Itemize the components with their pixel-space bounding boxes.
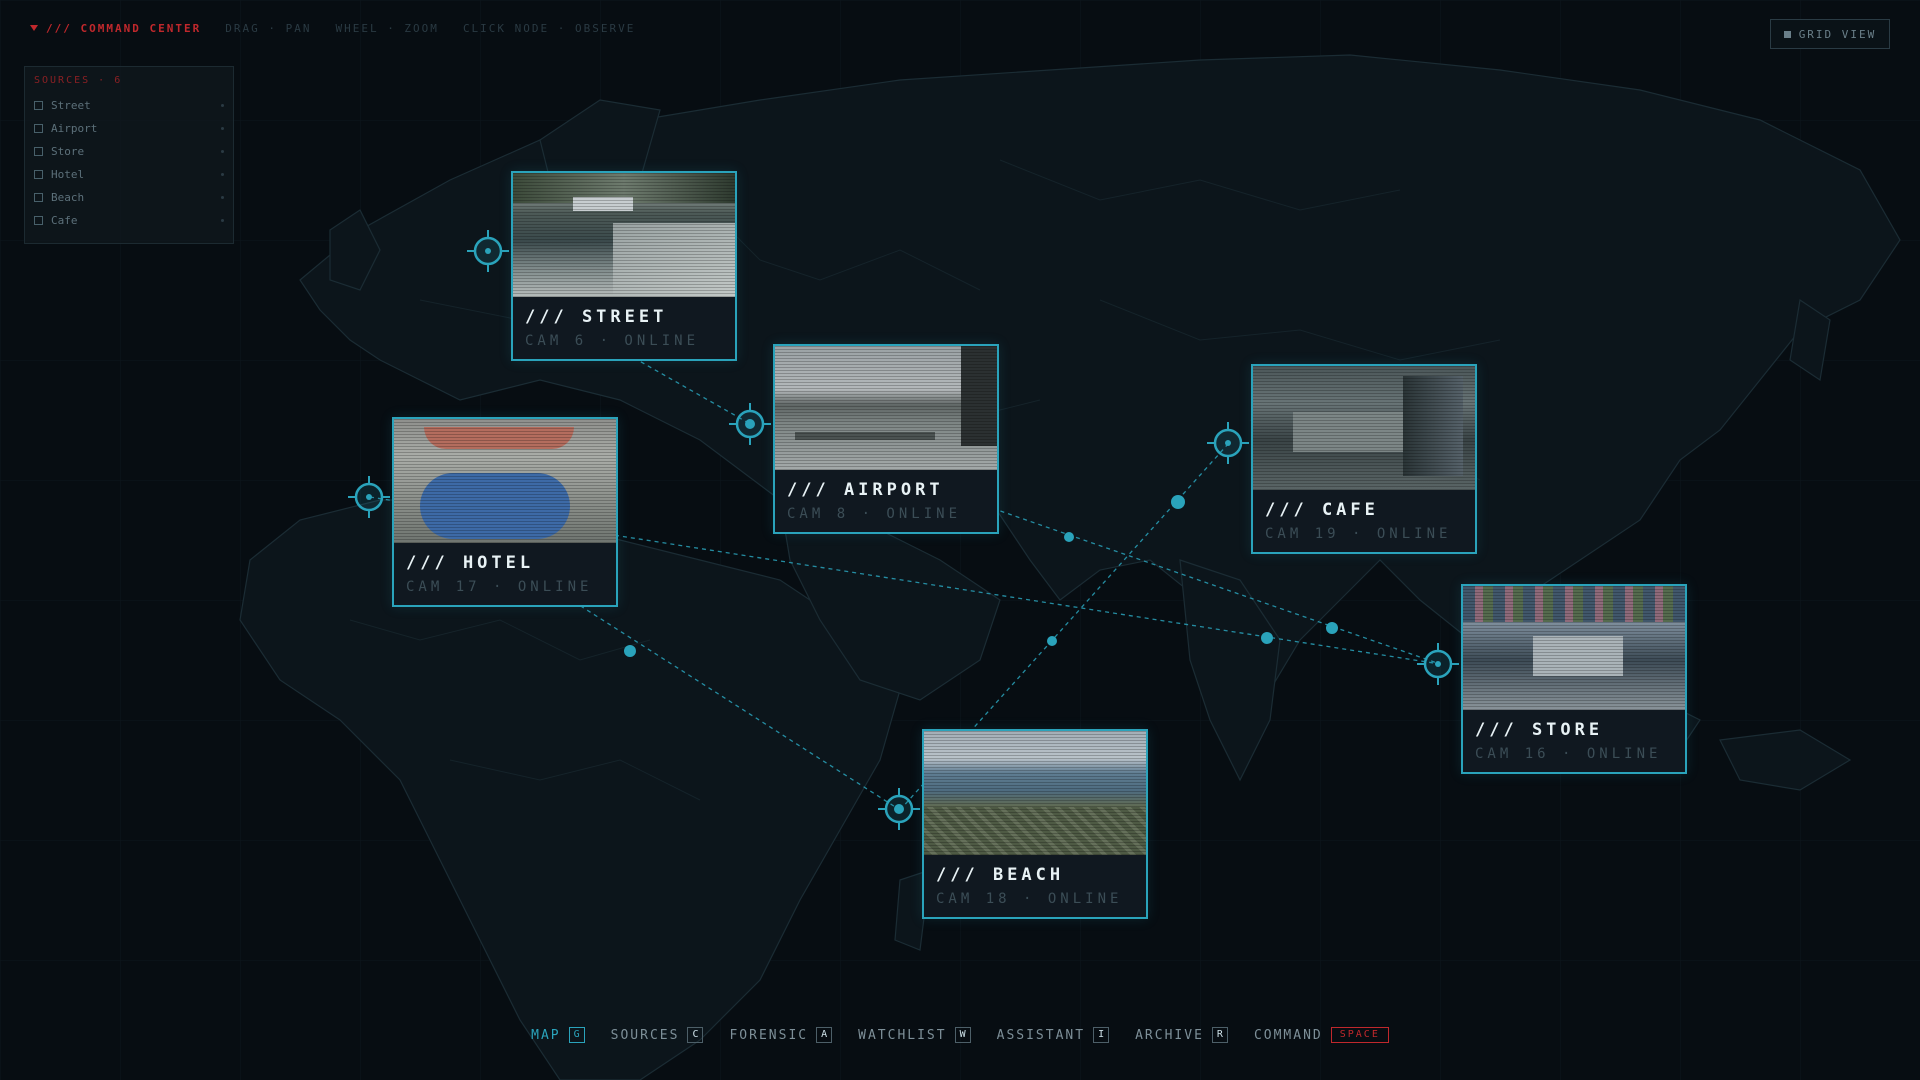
brand: /// COMMAND CENTER bbox=[30, 22, 201, 35]
grid-view-label: GRID VIEW bbox=[1798, 27, 1877, 41]
crosshair-icon[interactable] bbox=[345, 473, 393, 521]
hint-wheel: WHEEL · ZOOM bbox=[335, 21, 439, 35]
route-dot bbox=[624, 645, 636, 657]
route-dot bbox=[1064, 532, 1074, 542]
camera-title: /// BEACH bbox=[936, 865, 1065, 885]
source-label: Beach bbox=[51, 191, 85, 204]
camera-feed-thumbnail bbox=[1463, 586, 1685, 710]
dock-label: FORENSIC bbox=[729, 1027, 809, 1043]
brand-label: /// COMMAND CENTER bbox=[46, 21, 202, 35]
keyboard-shortcut: C bbox=[687, 1027, 704, 1043]
source-label: Hotel bbox=[51, 168, 85, 181]
camera-card-street[interactable]: /// STREET CAM 6 · ONLINE bbox=[511, 171, 737, 361]
camera-title: /// AIRPORT bbox=[787, 480, 944, 500]
status-dot bbox=[221, 104, 224, 107]
hint-click: CLICK NODE · OBSERVE bbox=[462, 21, 636, 35]
route-dot bbox=[1261, 632, 1273, 644]
keyboard-shortcut: G bbox=[568, 1027, 585, 1043]
status-dot bbox=[221, 127, 224, 130]
crosshair-icon[interactable] bbox=[464, 227, 512, 275]
checkbox[interactable] bbox=[34, 170, 43, 179]
source-item-street[interactable]: Street bbox=[34, 94, 224, 117]
dock-label: MAP bbox=[531, 1027, 561, 1043]
camera-status: CAM 16 · ONLINE bbox=[1475, 746, 1662, 762]
dock-watchlist[interactable]: WATCHLIST W bbox=[858, 1027, 971, 1043]
camera-card-hotel[interactable]: /// HOTEL CAM 17 · ONLINE bbox=[392, 417, 618, 607]
source-item-airport[interactable]: Airport bbox=[34, 117, 224, 140]
camera-card-store[interactable]: /// STORE CAM 16 · ONLINE bbox=[1461, 584, 1687, 774]
camera-feed-thumbnail bbox=[1253, 366, 1475, 490]
source-label: Airport bbox=[51, 122, 98, 135]
camera-feed-thumbnail bbox=[924, 731, 1146, 855]
camera-title: /// STREET bbox=[525, 307, 668, 327]
dock-map[interactable]: MAP G bbox=[531, 1027, 585, 1043]
hint-drag: DRAG · PAN bbox=[225, 21, 312, 35]
source-item-cafe[interactable]: Cafe bbox=[34, 209, 224, 232]
camera-title: /// HOTEL bbox=[406, 553, 535, 573]
crosshair-icon[interactable] bbox=[1414, 640, 1462, 688]
triangle-icon bbox=[30, 25, 38, 31]
sources-title: SOURCES · 6 bbox=[34, 75, 123, 86]
source-item-store[interactable]: Store bbox=[34, 140, 224, 163]
dock-label: SOURCES bbox=[610, 1027, 680, 1043]
crosshair-icon[interactable] bbox=[1204, 419, 1252, 467]
camera-card-cafe[interactable]: /// CAFE CAM 19 · ONLINE bbox=[1251, 364, 1477, 554]
source-label: Cafe bbox=[51, 214, 78, 227]
route-dot bbox=[1326, 622, 1338, 634]
keyboard-shortcut: W bbox=[954, 1027, 971, 1043]
camera-card-airport[interactable]: /// AIRPORT CAM 8 · ONLINE bbox=[773, 344, 999, 534]
source-item-beach[interactable]: Beach bbox=[34, 186, 224, 209]
dock-sources[interactable]: SOURCES C bbox=[611, 1027, 704, 1043]
camera-status: CAM 8 · ONLINE bbox=[787, 506, 962, 522]
dock-assistant[interactable]: ASSISTANT I bbox=[996, 1027, 1110, 1043]
top-bar: /// COMMAND CENTER DRAG · PAN WHEEL · ZO… bbox=[30, 20, 635, 36]
camera-title: /// CAFE bbox=[1265, 500, 1379, 520]
checkbox[interactable] bbox=[34, 124, 43, 133]
checkbox[interactable] bbox=[34, 216, 43, 225]
checkbox[interactable] bbox=[34, 101, 43, 110]
crosshair-icon[interactable] bbox=[726, 400, 774, 448]
status-dot bbox=[221, 150, 224, 153]
camera-status: CAM 19 · ONLINE bbox=[1265, 526, 1452, 542]
keyboard-shortcut: R bbox=[1211, 1027, 1228, 1043]
camera-feed-thumbnail bbox=[775, 346, 997, 470]
bottom-dock: MAP G SOURCES C FORENSIC A WATCHLIST W A… bbox=[0, 1027, 1920, 1043]
route-dot bbox=[1171, 495, 1185, 509]
dock-label: ARCHIVE bbox=[1135, 1027, 1204, 1043]
status-dot bbox=[221, 219, 224, 222]
dock-label: COMMAND bbox=[1253, 1027, 1323, 1043]
route-dot bbox=[1047, 636, 1057, 646]
status-dot bbox=[221, 196, 224, 199]
sources-panel: SOURCES · 6 Street Airport Store Hotel B… bbox=[24, 66, 234, 244]
camera-feed-thumbnail bbox=[394, 419, 616, 543]
source-item-hotel[interactable]: Hotel bbox=[34, 163, 224, 186]
crosshair-icon[interactable] bbox=[875, 785, 923, 833]
camera-status: CAM 17 · ONLINE bbox=[406, 579, 593, 595]
camera-feed-thumbnail bbox=[513, 173, 735, 297]
checkbox[interactable] bbox=[34, 193, 43, 202]
grid-view-button[interactable]: GRID VIEW bbox=[1770, 19, 1890, 49]
keyboard-shortcut: A bbox=[816, 1027, 833, 1043]
status-dot bbox=[221, 173, 224, 176]
dock-label: ASSISTANT bbox=[996, 1027, 1086, 1043]
camera-card-beach[interactable]: /// BEACH CAM 18 · ONLINE bbox=[922, 729, 1148, 919]
dock-command[interactable]: COMMAND SPACE bbox=[1254, 1027, 1389, 1043]
keyboard-shortcut: SPACE bbox=[1330, 1027, 1389, 1043]
camera-status: CAM 18 · ONLINE bbox=[936, 891, 1123, 907]
grid-icon bbox=[1783, 30, 1791, 38]
checkbox[interactable] bbox=[34, 147, 43, 156]
dock-forensic[interactable]: FORENSIC A bbox=[729, 1027, 833, 1043]
keyboard-shortcut: I bbox=[1093, 1027, 1110, 1043]
source-label: Street bbox=[51, 99, 91, 112]
camera-status: CAM 6 · ONLINE bbox=[525, 333, 700, 349]
dock-archive[interactable]: ARCHIVE R bbox=[1135, 1027, 1228, 1043]
source-label: Store bbox=[51, 145, 85, 158]
dock-label: WATCHLIST bbox=[858, 1027, 947, 1043]
camera-title: /// STORE bbox=[1475, 720, 1604, 740]
